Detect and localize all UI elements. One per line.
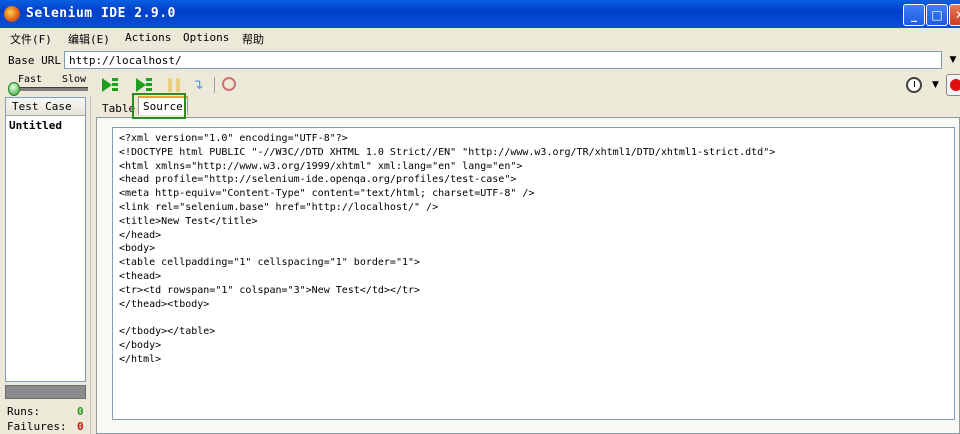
- source-line: <tr><td rowspan="1" colspan="3">New Test…: [119, 284, 421, 296]
- source-editor[interactable]: <?xml version="1.0" encoding="UTF-8"?> <!…: [112, 127, 955, 420]
- source-line: </head>: [119, 229, 162, 241]
- source-line: <html xmlns="http://www.w3.org/1999/xhtm…: [119, 160, 523, 172]
- base-url-row: Base URL http://localhost/ ▼: [0, 50, 960, 72]
- base-url-input[interactable]: http://localhost/: [64, 51, 942, 69]
- source-line: <title>New Test</title>: [119, 215, 258, 227]
- test-case-list: Test Case Untitled: [5, 97, 86, 382]
- toolbar-separator: [214, 77, 215, 93]
- record-icon: [950, 79, 960, 91]
- source-line: </tbody></table>: [119, 326, 216, 338]
- source-line: <!DOCTYPE html PUBLIC "-//W3C//DTD XHTML…: [119, 146, 776, 158]
- source-line: <body>: [119, 243, 156, 255]
- source-line: </body>: [119, 339, 162, 351]
- speed-slider-thumb[interactable]: [8, 82, 20, 96]
- runs-label: Runs:: [7, 405, 41, 418]
- runs-value: 0: [77, 405, 84, 418]
- speed-fast-label: Fast: [18, 74, 43, 85]
- source-line: <link rel="selenium.base" href="http://l…: [119, 201, 439, 213]
- menu-options[interactable]: Options: [183, 31, 229, 44]
- panel-splitter[interactable]: [90, 97, 91, 434]
- schedule-clock-icon[interactable]: [906, 77, 922, 93]
- speed-slow-label: Slow: [62, 74, 87, 85]
- menu-edit[interactable]: 编辑(E): [68, 31, 110, 47]
- minimize-button[interactable]: _: [903, 4, 925, 26]
- pause-icon[interactable]: [168, 77, 184, 93]
- play-suite-icon[interactable]: [102, 77, 118, 93]
- record-button[interactable]: [946, 74, 960, 96]
- failures-value: 0: [77, 420, 84, 433]
- source-line: <thead>: [119, 270, 162, 282]
- speed-slider-track[interactable]: [10, 87, 88, 91]
- base-url-dropdown-icon[interactable]: ▼: [946, 51, 960, 69]
- chevron-down-icon[interactable]: ▼: [932, 80, 939, 90]
- base-url-label: Base URL: [8, 54, 61, 67]
- source-line: <table cellpadding="1" cellspacing="1" b…: [119, 257, 421, 269]
- close-button[interactable]: ✕: [949, 4, 960, 26]
- progress-bar: [5, 385, 86, 399]
- rollup-icon[interactable]: [222, 77, 238, 93]
- window-title: Selenium IDE 2.9.0: [26, 6, 176, 21]
- source-line: [119, 311, 954, 325]
- menu-file[interactable]: 文件(F): [10, 31, 52, 47]
- source-line: <?xml version="1.0" encoding="UTF-8"?>: [119, 133, 348, 144]
- source-line: </html>: [119, 353, 162, 365]
- menu-actions[interactable]: Actions: [125, 31, 171, 44]
- source-line: <meta http-equiv="Content-Type" content=…: [119, 188, 535, 200]
- source-tab-highlight: [132, 93, 186, 119]
- title-bar: Selenium IDE 2.9.0 _ □ ✕: [0, 0, 960, 28]
- source-line: </thead><tbody>: [119, 298, 210, 310]
- step-icon[interactable]: ↴: [190, 77, 206, 93]
- test-case-item[interactable]: Untitled: [6, 116, 85, 132]
- play-test-icon[interactable]: [136, 77, 152, 93]
- menu-help[interactable]: 帮助: [242, 31, 264, 47]
- menu-bar: 文件(F) 编辑(E) Actions Options 帮助: [0, 28, 960, 48]
- editor-tabs: Table Source: [96, 96, 960, 120]
- test-case-header[interactable]: Test Case: [6, 98, 85, 116]
- failures-label: Failures:: [7, 420, 67, 433]
- source-line: <head profile="http://selenium-ide.openq…: [119, 174, 517, 186]
- maximize-button[interactable]: □: [926, 4, 948, 26]
- firefox-icon: [4, 6, 20, 22]
